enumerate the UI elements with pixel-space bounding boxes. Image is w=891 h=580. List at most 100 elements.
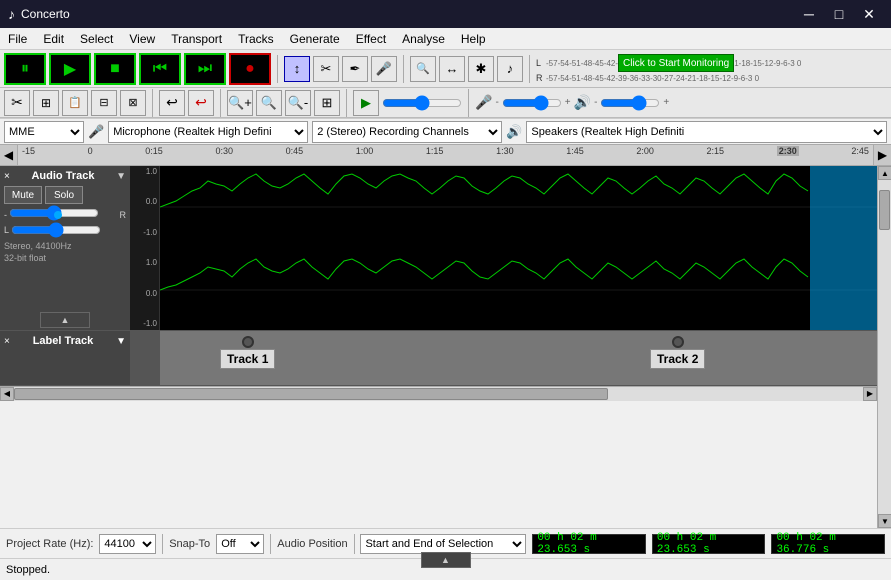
mute-button[interactable]: Mute <box>4 186 42 204</box>
time-display-1: 00 h 02 m 23.653 s <box>532 534 646 554</box>
record-button[interactable]: ● <box>229 53 271 85</box>
output-select[interactable]: Speakers (Realtek High Definiti <box>526 121 887 143</box>
zoom-fit-button[interactable]: ⊞ <box>314 90 340 116</box>
zoom-out-button[interactable]: 🔍 <box>410 56 436 82</box>
select-tool-button[interactable]: ↕ <box>284 56 310 82</box>
undo-button[interactable]: ↩ <box>159 90 185 116</box>
label-track-name: Label Track <box>33 335 94 347</box>
scrollbar-track[interactable] <box>14 387 863 401</box>
label-track-label: × Label Track ▼ ▲ <box>0 331 130 385</box>
prev-button[interactable]: ⏮ <box>139 53 181 85</box>
audio-track-label: × Audio Track ▼ Mute Solo - R <box>0 166 130 330</box>
copy-button[interactable]: ⊞ <box>33 90 59 116</box>
scroll-up-btn[interactable]: ▲ <box>878 166 891 180</box>
zoom-out2-button[interactable]: 🔍- <box>285 90 311 116</box>
project-rate-label: Project Rate (Hz): <box>6 538 93 550</box>
next-button[interactable]: ⏭ <box>184 53 226 85</box>
project-rate-select[interactable]: 44100 <box>99 534 156 554</box>
monitoring-button[interactable]: Click to Start Monitoring <box>618 54 734 72</box>
scroll-left-btn[interactable]: ◀ <box>0 387 14 401</box>
label-marker-track2[interactable]: Track 2 <box>650 336 705 369</box>
cut-tool-button[interactable]: ✂ <box>313 56 339 82</box>
vu-meter: L -57-54-51-48-45-42- Click to Start Mon… <box>536 54 801 83</box>
menu-view[interactable]: View <box>121 30 163 48</box>
note-tool-button[interactable]: ♪ <box>497 56 523 82</box>
solo-button[interactable]: Solo <box>45 186 83 204</box>
scroll-right-btn[interactable]: ▶ <box>863 387 877 401</box>
pan-slider[interactable] <box>11 224 101 236</box>
toolbar-separator-6 <box>346 89 347 117</box>
interface-select[interactable]: MME <box>4 121 84 143</box>
menu-edit[interactable]: Edit <box>35 30 72 48</box>
microphone-select[interactable]: Microphone (Realtek High Defini <box>108 121 308 143</box>
menu-help[interactable]: Help <box>453 30 494 48</box>
vertical-scrollbar[interactable]: ▲ ▼ <box>877 166 891 528</box>
label-track-content[interactable]: Track 1 Track 2 <box>160 331 877 385</box>
audio-track-close[interactable]: × <box>4 171 10 182</box>
stop-button[interactable]: ■ <box>94 53 136 85</box>
fit-button[interactable]: ↔ <box>439 56 465 82</box>
selection-mode-select[interactable]: Start and End of Selection <box>360 534 526 554</box>
draw-tool-button[interactable]: ✒ <box>342 56 368 82</box>
db-scale: 1.0 0.0 -1.0 1.0 0.0 -1.0 <box>130 166 160 330</box>
paste-button[interactable]: 📋 <box>62 90 88 116</box>
audio-track-name: Audio Track <box>31 170 94 182</box>
horizontal-scrollbar[interactable]: ◀ ▶ <box>0 386 877 400</box>
audio-track-dropdown[interactable]: ▼ <box>116 171 126 182</box>
gain-slider[interactable] <box>9 207 99 219</box>
label-db-spacer <box>130 331 160 385</box>
audio-track-info: Stereo, 44100Hz32-bit float <box>4 241 126 264</box>
menu-file[interactable]: File <box>0 30 35 48</box>
menu-tracks[interactable]: Tracks <box>230 30 282 48</box>
scrollbar-thumb[interactable] <box>14 388 608 400</box>
multi-tool-button[interactable]: ✱ <box>468 56 494 82</box>
redo-button[interactable]: ↩ <box>188 90 214 116</box>
playback-speed-slider[interactable] <box>382 96 462 110</box>
channels-select[interactable]: 2 (Stereo) Recording Channels <box>312 121 502 143</box>
label-track-dropdown[interactable]: ▼ <box>116 336 126 347</box>
v-scrollbar-track[interactable] <box>878 180 891 514</box>
trim-button[interactable]: ⊟ <box>91 90 117 116</box>
label-pin-1 <box>242 336 254 348</box>
zoom-in-button[interactable]: 🔍+ <box>227 90 253 116</box>
play-button[interactable]: ▶ <box>49 53 91 85</box>
tracks-container: × Audio Track ▼ Mute Solo - R <box>0 166 877 528</box>
timeline-ticks: -15 0 0:15 0:30 0:45 1:00 1:15 1:30 1:45… <box>18 144 873 166</box>
loop-button[interactable]: ▶ <box>353 90 379 116</box>
mic-tool-button[interactable]: 🎤 <box>371 56 397 82</box>
menu-analyse[interactable]: Analyse <box>394 30 453 48</box>
speaker-volume-slider[interactable] <box>600 96 660 110</box>
label-marker-track1[interactable]: Track 1 <box>220 336 275 369</box>
title-bar: ♪ Concerto ─ □ ✕ <box>0 0 891 28</box>
time-display-2: 00 h 02 m 23.653 s <box>652 534 766 554</box>
menu-select[interactable]: Select <box>72 30 121 48</box>
speaker-icon: 🔊 <box>574 94 591 111</box>
maximize-button[interactable]: □ <box>825 4 853 24</box>
silence-button[interactable]: ⊠ <box>120 90 146 116</box>
timeline-scroll-right[interactable]: ▶ <box>873 144 891 166</box>
label-pin-2 <box>672 336 684 348</box>
waveform-display[interactable] <box>160 166 877 330</box>
close-button[interactable]: ✕ <box>855 4 883 24</box>
audio-track-expand[interactable]: ▲ <box>40 312 90 328</box>
mic-volume-slider[interactable] <box>502 96 562 110</box>
menu-generate[interactable]: Generate <box>282 30 348 48</box>
toolbar-separator-4 <box>152 89 153 117</box>
selection-top <box>810 166 877 249</box>
cut-button[interactable]: ✂ <box>4 90 30 116</box>
menu-transport[interactable]: Transport <box>163 30 230 48</box>
bottom-sep-2 <box>270 534 271 554</box>
v-scrollbar-thumb[interactable] <box>879 190 890 230</box>
pause-button[interactable]: ⏸ <box>4 53 46 85</box>
label-text-track1: Track 1 <box>220 349 275 369</box>
snap-to-select[interactable]: Off <box>216 534 264 554</box>
waveform-svg <box>160 166 877 330</box>
timeline-scroll-left[interactable]: ◀ <box>0 144 18 166</box>
menu-effect[interactable]: Effect <box>348 30 394 48</box>
scroll-down-btn[interactable]: ▼ <box>878 514 891 528</box>
mic-icon: 🎤 <box>475 94 492 111</box>
label-track-close[interactable]: × <box>4 336 10 347</box>
zoom-normal-button[interactable]: 🔍 <box>256 90 282 116</box>
timeline-ruler[interactable]: ◀ -15 0 0:15 0:30 0:45 1:00 1:15 1:30 1:… <box>0 144 891 166</box>
minimize-button[interactable]: ─ <box>795 4 823 24</box>
